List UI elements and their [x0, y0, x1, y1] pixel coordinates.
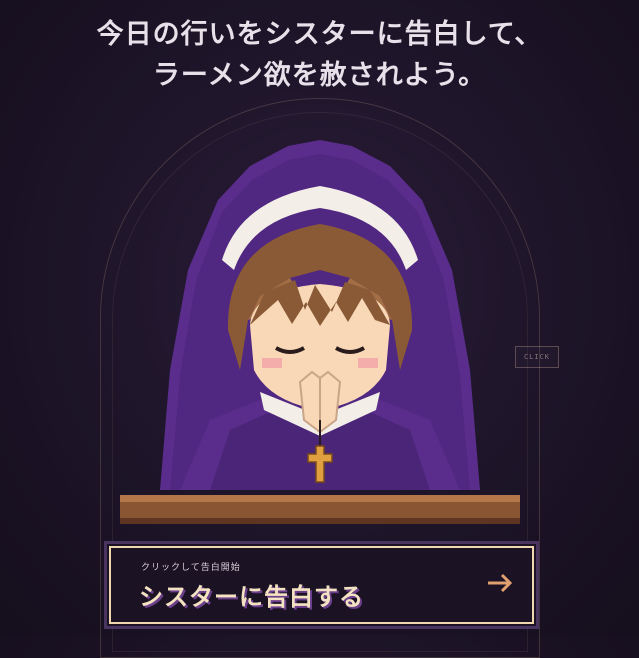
click-hint-badge: CLICK: [515, 346, 559, 368]
page-headline: 今日の行いをシスターに告白して、 ラーメン欲を赦されよう。: [0, 14, 639, 96]
headline-line-1: 今日の行いをシスターに告白して、: [96, 19, 543, 50]
arrow-right-icon: [488, 573, 513, 593]
confess-button[interactable]: クリックして告白開始 シスターに告白する: [104, 541, 539, 629]
praying-nun-illustration[interactable]: [100, 120, 540, 540]
confess-button-sublabel: クリックして告白開始: [141, 563, 241, 573]
confess-button-label: シスターに告白する: [139, 583, 364, 611]
headline-line-2: ラーメン欲を赦されよう。: [152, 60, 487, 91]
